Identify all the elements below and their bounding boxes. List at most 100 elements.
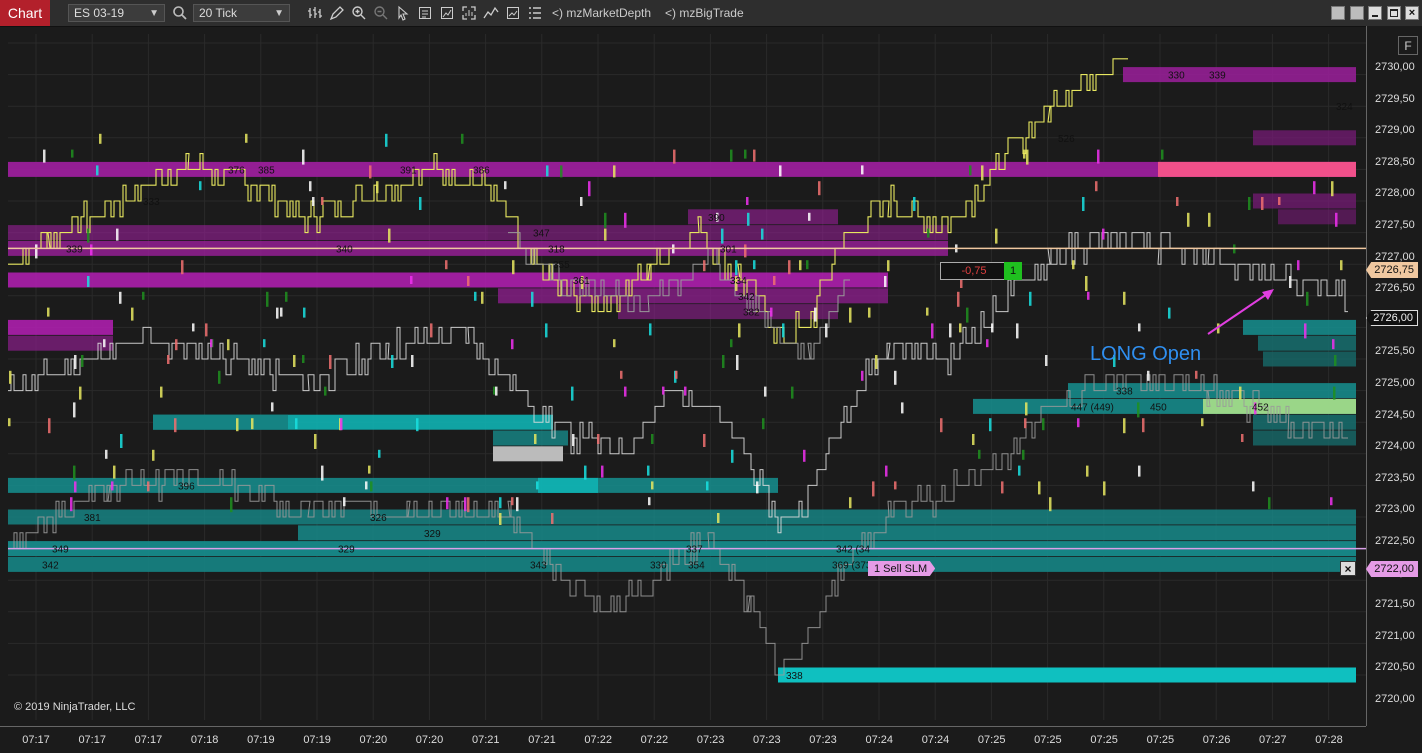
big-trade-marker xyxy=(321,465,324,481)
position-quantity[interactable]: 1 xyxy=(1004,262,1022,280)
price-tick-label: 2720,50 xyxy=(1375,661,1415,674)
big-trade-marker xyxy=(972,434,975,445)
depth-level-bar xyxy=(8,556,1356,572)
big-trade-marker xyxy=(991,323,994,333)
volume-label: 450 xyxy=(1150,402,1167,413)
time-tick-label: 07:19 xyxy=(247,734,275,746)
volume-label: 391 xyxy=(400,165,417,176)
big-trade-marker xyxy=(120,434,123,448)
sell-stop-order-tag[interactable]: 1 Sell SLM xyxy=(868,561,936,576)
annotation-arrow-icon[interactable] xyxy=(1200,278,1280,338)
big-trade-marker xyxy=(1313,181,1316,195)
volume-label: 333 xyxy=(143,197,160,208)
big-trade-marker xyxy=(218,370,221,384)
depth-level-bar xyxy=(8,509,1356,525)
big-trade-marker xyxy=(1072,260,1075,270)
volume-label: 347 xyxy=(533,229,550,240)
window-pin-icon[interactable] xyxy=(1331,6,1345,20)
volume-label: 340 xyxy=(336,244,353,255)
volume-label: 349 xyxy=(52,545,69,556)
big-trade-marker xyxy=(913,197,916,211)
price-chart-plot[interactable]: 339 376 385 391 386 340 347 318 355 361 333 301 390 3… xyxy=(8,34,1366,720)
price-tick-label: 2727,50 xyxy=(1375,219,1415,231)
big-trade-marker xyxy=(601,465,604,478)
long-open-annotation[interactable]: LONG Open xyxy=(1090,343,1201,366)
strategies-icon[interactable] xyxy=(480,3,502,23)
f-button[interactable]: F xyxy=(1398,36,1418,55)
big-trade-marker xyxy=(96,165,99,176)
big-trade-marker xyxy=(875,355,878,369)
time-tick-label: 07:23 xyxy=(753,734,781,746)
position-pnl[interactable]: -0,75 xyxy=(940,262,1008,280)
big-trade-marker xyxy=(1042,418,1045,431)
volume-label: 337 xyxy=(686,545,703,556)
big-trade-marker xyxy=(721,228,724,244)
close-icon[interactable]: × xyxy=(1405,6,1419,20)
chart-tab[interactable]: Chart xyxy=(0,0,50,26)
window-snap-icon[interactable] xyxy=(1350,6,1364,20)
templates-icon[interactable] xyxy=(502,3,524,23)
volume-label: 386 xyxy=(473,165,490,176)
volume-label: 381 xyxy=(84,513,101,524)
big-trade-marker xyxy=(142,291,145,300)
big-trade-marker xyxy=(116,228,119,241)
zoom-out-icon[interactable] xyxy=(370,3,392,23)
big-trade-marker xyxy=(613,165,616,178)
big-trade-marker xyxy=(1333,386,1336,400)
data-box-icon[interactable] xyxy=(414,3,436,23)
big-trade-marker xyxy=(1138,465,1141,477)
big-trade-marker xyxy=(779,165,782,177)
big-trade-marker xyxy=(651,434,654,444)
indicator-mzmarketdepth[interactable]: <) mzMarketDepth xyxy=(552,6,651,20)
big-trade-marker xyxy=(868,307,871,318)
big-trade-marker xyxy=(604,212,607,228)
big-trade-marker xyxy=(321,197,324,205)
depth-level-bar xyxy=(618,304,838,320)
bar-style-icon[interactable] xyxy=(304,3,326,23)
big-trade-marker xyxy=(1024,418,1027,429)
time-axis[interactable]: 07:17 07:17 07:17 07:18 07:19 07:19 07:20 07:20… xyxy=(0,726,1366,753)
minimize-icon[interactable] xyxy=(1368,6,1382,20)
properties-icon[interactable] xyxy=(524,3,546,23)
zoom-in-icon[interactable] xyxy=(348,3,370,23)
maximize-icon[interactable] xyxy=(1387,6,1401,20)
volume-label: 343 xyxy=(530,560,547,571)
big-trade-marker xyxy=(474,291,477,301)
indicator-mzbigtrade[interactable]: <) mzBigTrade xyxy=(665,6,744,20)
big-trade-marker xyxy=(675,370,678,379)
pointer-icon[interactable] xyxy=(392,3,414,23)
big-trade-marker xyxy=(285,291,288,302)
big-trade-marker xyxy=(534,434,537,444)
depth-level-bar xyxy=(498,288,888,304)
big-trade-marker xyxy=(872,481,875,497)
big-trade-marker xyxy=(430,323,433,338)
big-trade-marker xyxy=(175,339,178,351)
big-trade-marker xyxy=(764,386,767,397)
big-trade-marker xyxy=(1340,260,1343,271)
big-trade-marker xyxy=(481,291,484,304)
instrument-selector[interactable]: ES 03-19 ▼ xyxy=(68,4,165,22)
big-trade-marker xyxy=(105,449,108,459)
bar-type-selector[interactable]: 20 Tick ▼ xyxy=(193,4,290,22)
big-trade-marker xyxy=(309,181,312,192)
pencil-icon[interactable] xyxy=(326,3,348,23)
time-tick-label: 07:25 xyxy=(1034,734,1062,746)
time-tick-label: 07:18 xyxy=(190,734,219,746)
chart-trader-icon[interactable] xyxy=(436,3,458,23)
big-trade-marker xyxy=(717,513,720,523)
big-trade-marker xyxy=(981,165,984,181)
big-trade-marker xyxy=(624,212,627,228)
search-icon[interactable] xyxy=(169,3,191,23)
price-axis[interactable]: 2730,00 2729,50 2729,00 2728,50 2728,00 2727,… xyxy=(1366,26,1422,726)
expand-icon[interactable] xyxy=(458,3,480,23)
depth-level-bar xyxy=(493,430,568,446)
big-trade-marker xyxy=(1195,370,1198,379)
big-trade-marker xyxy=(1102,228,1105,240)
big-trade-marker xyxy=(706,481,709,491)
big-trade-marker xyxy=(1161,149,1164,160)
big-trade-marker xyxy=(276,307,279,319)
cancel-order-close-icon[interactable]: × xyxy=(1340,561,1356,576)
big-trade-marker xyxy=(747,212,750,226)
big-trade-marker xyxy=(343,497,346,507)
big-trade-marker xyxy=(263,339,266,348)
